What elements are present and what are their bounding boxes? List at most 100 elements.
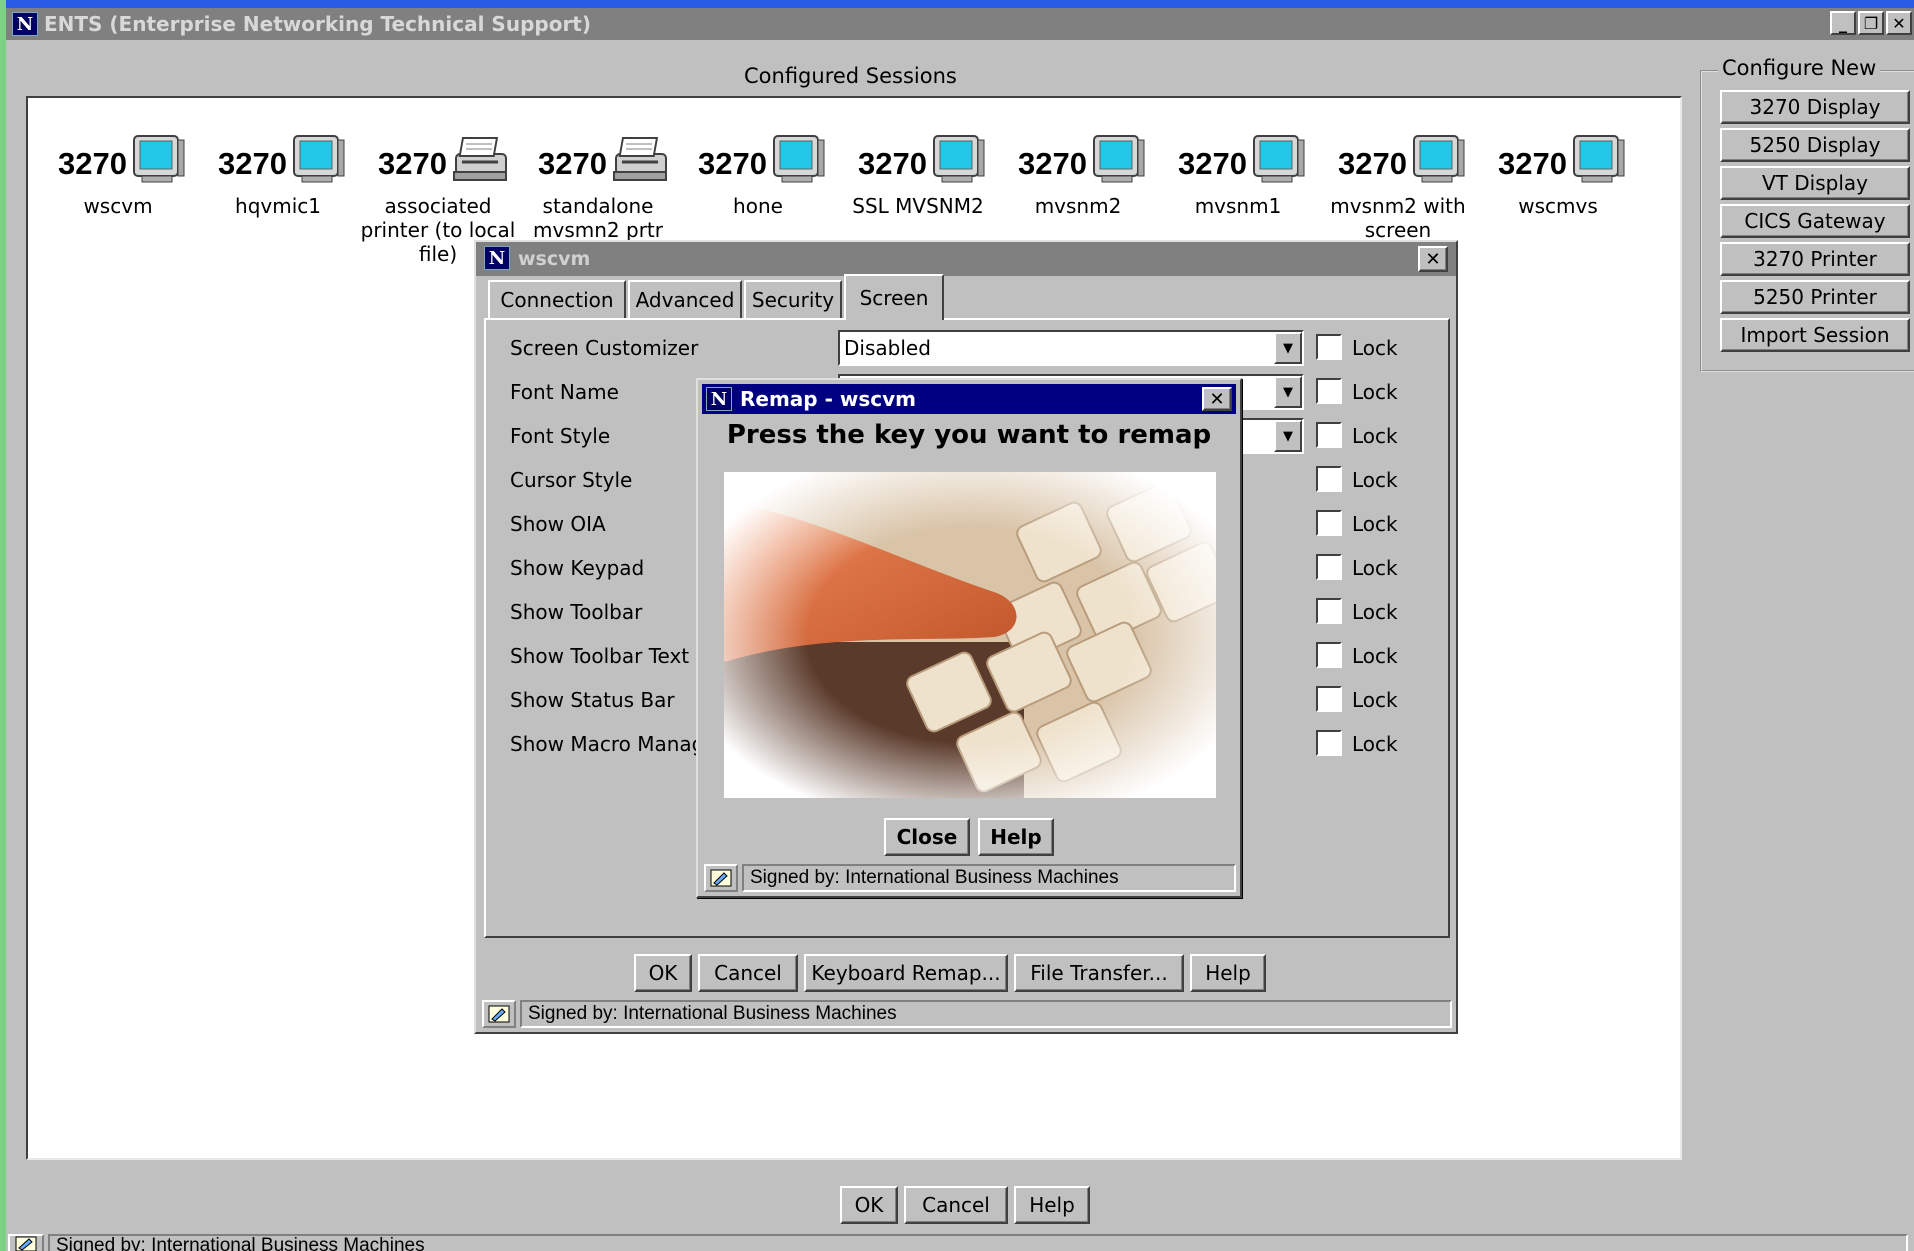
configure-new-legend: Configure New [1718, 56, 1881, 80]
session-dialog-title: wscvm [518, 248, 591, 270]
session-icon-group: 3270 [1318, 132, 1478, 190]
lock-label: Lock [1352, 468, 1398, 492]
monitor-icon [1090, 132, 1146, 188]
session-item[interactable]: 3270 mvsnm1 [1158, 132, 1318, 218]
main-cancel-button[interactable]: Cancel [904, 1186, 1008, 1224]
monitor-icon [130, 132, 186, 188]
session-dialog-close-button[interactable]: ✕ [1418, 246, 1448, 272]
new-3270-display-button[interactable]: 3270 Display [1720, 90, 1910, 124]
remap-logo-icon: N [706, 387, 732, 411]
session-type-label: 3270 [1018, 146, 1087, 181]
main-ok-button[interactable]: OK [840, 1186, 898, 1224]
printer-icon [450, 132, 507, 188]
session-icon-group: 3270 [38, 132, 198, 190]
remap-dialog-close-x-button[interactable]: ✕ [1202, 387, 1232, 411]
session-item[interactable]: 3270 wscmvs [1478, 132, 1638, 218]
lock-checkbox-show-toolbar[interactable] [1316, 598, 1342, 624]
lock-checkbox-font-name[interactable] [1316, 378, 1342, 404]
chevron-down-icon[interactable]: ▼ [1274, 332, 1302, 364]
keyboard-photo [724, 472, 1216, 798]
row-label-screen-customizer: Screen Customizer [510, 336, 699, 360]
monitor-icon [290, 132, 346, 188]
row-label-show-status-bar: Show Status Bar [510, 688, 675, 712]
row-label-show-oia: Show OIA [510, 512, 606, 536]
row-label-show-toolbar: Show Toolbar [510, 600, 643, 624]
screen-customizer-select[interactable]: Disabled ▼ [838, 330, 1304, 366]
lock-checkbox-show-status-bar[interactable] [1316, 686, 1342, 712]
row-label-show-macro-manager: Show Macro Manag [510, 732, 705, 756]
session-item[interactable]: 3270 standalone mvsmn2 prtr [518, 132, 678, 242]
session-dialog-titlebar[interactable]: N wscvm ✕ [476, 242, 1456, 276]
remap-help-button[interactable]: Help [978, 818, 1054, 856]
lock-checkbox-screen-customizer[interactable] [1316, 334, 1342, 360]
session-item[interactable]: 3270 SSL MVSNM2 [838, 132, 998, 218]
new-cics-gateway-button[interactable]: CICS Gateway [1720, 204, 1910, 238]
session-type-label: 3270 [1338, 146, 1407, 181]
remap-dialog: N Remap - wscvm ✕ Press the key you want… [696, 378, 1242, 898]
main-help-button[interactable]: Help [1014, 1186, 1090, 1224]
session-icon-group: 3270 [998, 132, 1158, 190]
session-item[interactable]: 3270 wscvm [38, 132, 198, 218]
lock-checkbox-font-style[interactable] [1316, 422, 1342, 448]
session-name-label: SSL MVSNM2 [852, 194, 984, 218]
tab-security[interactable]: Security [744, 280, 842, 318]
restore-button[interactable]: ❐ [1858, 11, 1884, 35]
lock-checkbox-cursor-style[interactable] [1316, 466, 1342, 492]
tab-screen[interactable]: Screen [844, 274, 944, 320]
session-name-label: standalone mvsmn2 prtr [533, 194, 663, 242]
remap-dialog-titlebar[interactable]: N Remap - wscvm ✕ [702, 384, 1236, 414]
session-type-label: 3270 [698, 146, 767, 181]
lock-label: Lock [1352, 512, 1398, 536]
minimize-button[interactable]: _ [1830, 11, 1856, 35]
new-3270-printer-button[interactable]: 3270 Printer [1720, 242, 1910, 276]
session-ok-button[interactable]: OK [634, 954, 692, 992]
session-icon-group: 3270 [678, 132, 838, 190]
desktop-left-strip [0, 0, 6, 1251]
lock-label: Lock [1352, 688, 1398, 712]
row-label-show-toolbar-text: Show Toolbar Text [510, 644, 690, 668]
new-vt-display-button[interactable]: VT Display [1720, 166, 1910, 200]
lock-label: Lock [1352, 600, 1398, 624]
session-item[interactable]: 3270 mvsnm2 [998, 132, 1158, 218]
keyboard-remap-button[interactable]: Keyboard Remap... [804, 954, 1008, 992]
lock-checkbox-show-macro-manager[interactable] [1316, 730, 1342, 756]
new-5250-display-button[interactable]: 5250 Display [1720, 128, 1910, 162]
lock-label: Lock [1352, 336, 1398, 360]
session-status-bar: Signed by: International Business Machin… [520, 1000, 1452, 1028]
session-type-label: 3270 [1178, 146, 1247, 181]
lock-checkbox-show-oia[interactable] [1316, 510, 1342, 536]
session-item[interactable]: 3270 mvsnm2 with screen [1318, 132, 1478, 242]
printer-icon [610, 132, 667, 188]
session-name-label: wscvm [83, 194, 153, 218]
signed-pen-icon [704, 864, 738, 892]
chevron-down-icon[interactable]: ▼ [1274, 376, 1302, 408]
monitor-icon [1410, 132, 1466, 188]
session-icon-group: 3270 [1478, 132, 1638, 190]
monitor-icon [1250, 132, 1306, 188]
monitor-icon [930, 132, 986, 188]
close-button[interactable]: ✕ [1886, 11, 1912, 35]
lock-label: Lock [1352, 732, 1398, 756]
main-titlebar[interactable]: N ENTS (Enterprise Networking Technical … [6, 8, 1914, 40]
session-name-label: mvsnm1 [1194, 194, 1282, 218]
remap-close-button[interactable]: Close [884, 818, 970, 856]
session-icon-group: 3270 [518, 132, 678, 190]
lock-checkbox-show-toolbar-text[interactable] [1316, 642, 1342, 668]
desktop-top-strip [0, 0, 1914, 8]
session-cancel-button[interactable]: Cancel [698, 954, 798, 992]
file-transfer-button[interactable]: File Transfer... [1014, 954, 1184, 992]
session-item[interactable]: 3270 hqvmic1 [198, 132, 358, 218]
lock-checkbox-show-keypad[interactable] [1316, 554, 1342, 580]
session-help-button[interactable]: Help [1190, 954, 1266, 992]
import-session-button[interactable]: Import Session [1720, 318, 1910, 352]
lock-label: Lock [1352, 424, 1398, 448]
session-type-label: 3270 [218, 146, 287, 181]
session-item[interactable]: 3270 hone [678, 132, 838, 218]
app-logo-icon: N [12, 12, 38, 36]
chevron-down-icon[interactable]: ▼ [1274, 420, 1302, 452]
new-5250-printer-button[interactable]: 5250 Printer [1720, 280, 1910, 314]
session-name-label: hone [733, 194, 783, 218]
lock-label: Lock [1352, 380, 1398, 404]
tab-advanced[interactable]: Advanced [628, 280, 742, 318]
tab-connection[interactable]: Connection [488, 280, 626, 318]
